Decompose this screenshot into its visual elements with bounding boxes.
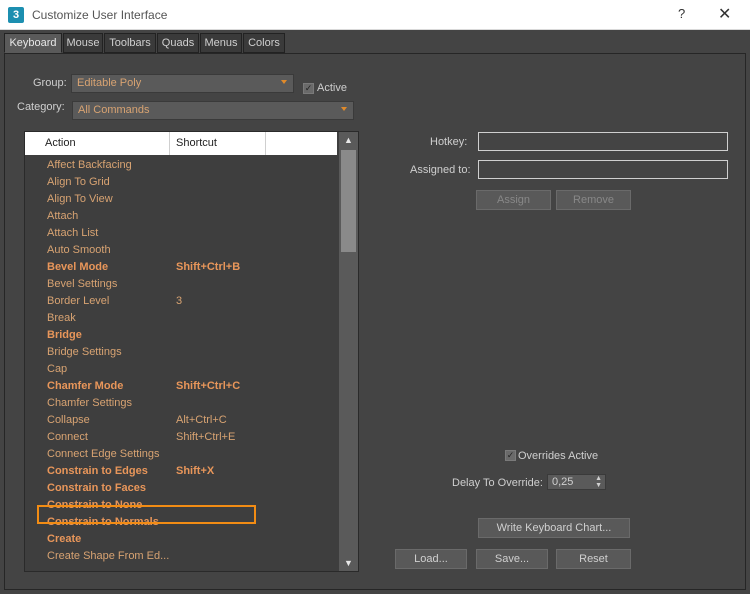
active-checkbox[interactable]: ✓ (303, 83, 314, 94)
delay-label: Delay To Override: (452, 477, 543, 489)
group-label: Group: (33, 77, 67, 89)
action-name: Create Shape From Ed... (47, 550, 170, 562)
action-rows: Affect Backfacing Align To Grid Align To V… (25, 157, 337, 565)
tab-keyboard[interactable]: Keyboard (4, 33, 62, 53)
help-button[interactable]: ? (678, 6, 685, 21)
list-item[interactable]: Bevel Settings (25, 276, 337, 293)
shortcut-value: Shift+Ctrl+B (176, 261, 241, 273)
action-name: Chamfer Mode (47, 380, 124, 392)
close-button[interactable]: ✕ (718, 4, 731, 24)
list-item[interactable]: Bevel Mode Shift+Ctrl+B (25, 259, 337, 276)
action-name: Attach (47, 210, 79, 222)
tab-colors[interactable]: Colors (243, 33, 285, 53)
active-label: Active (317, 82, 347, 94)
window-title: Customize User Interface (32, 8, 168, 22)
action-name: Connect Edge Settings (47, 448, 160, 460)
group-dropdown[interactable]: Editable Poly (71, 74, 294, 93)
chevron-down-icon (281, 80, 287, 84)
category-value: All Commands (78, 104, 150, 116)
assign-button[interactable]: Assign (476, 190, 551, 210)
scrollbar[interactable]: ▲ ▼ (339, 132, 358, 571)
list-item[interactable]: Create (25, 531, 337, 548)
action-name: Chamfer Settings (47, 397, 132, 409)
action-name: Cap (47, 363, 68, 375)
scroll-up-icon[interactable]: ▲ (339, 132, 358, 148)
list-item[interactable]: Collapse Alt+Ctrl+C (25, 412, 337, 429)
list-item[interactable]: Break (25, 310, 337, 327)
shortcut-value: Shift+Ctrl+E (176, 431, 236, 443)
list-item[interactable]: Chamfer Settings (25, 395, 337, 412)
remove-button[interactable]: Remove (556, 190, 631, 210)
keyboard-panel: Group: Editable Poly ✓ Active Category: … (4, 53, 746, 590)
list-item[interactable]: Create Shape From Ed... (25, 548, 337, 565)
overrides-active-label: Overrides Active (518, 450, 599, 462)
tab-toolbars[interactable]: Toolbars (104, 33, 156, 53)
list-item[interactable]: Affect Backfacing (25, 157, 337, 174)
list-item[interactable]: Connect Shift+Ctrl+E (25, 429, 337, 446)
list-item[interactable]: Constrain to Faces (25, 480, 337, 497)
list-item[interactable]: Align To Grid (25, 174, 337, 191)
action-name: Bridge (47, 329, 82, 341)
save-button[interactable]: Save... (476, 549, 548, 569)
list-item[interactable]: Connect Edge Settings (25, 446, 337, 463)
list-item[interactable]: Border Level 3 (25, 293, 337, 310)
group-value: Editable Poly (77, 77, 142, 89)
list-item[interactable]: Attach List (25, 225, 337, 242)
write-keyboard-chart-button[interactable]: Write Keyboard Chart... (478, 518, 630, 538)
list-item[interactable]: Attach (25, 208, 337, 225)
scroll-down-icon[interactable]: ▼ (339, 555, 358, 571)
overrides-active-checkbox[interactable]: ✓ (505, 450, 516, 461)
delay-value: 0,25 (552, 476, 574, 488)
action-name: Bridge Settings (47, 346, 122, 358)
shortcut-value: Shift+X (176, 465, 215, 477)
tab-menus[interactable]: Menus (200, 33, 242, 53)
load-button[interactable]: Load... (395, 549, 467, 569)
tab-quads[interactable]: Quads (157, 33, 199, 53)
action-name: Align To Grid (47, 176, 110, 188)
category-label: Category: (17, 101, 65, 113)
action-name: Create (47, 533, 82, 545)
list-header: Action Shortcut (25, 132, 337, 155)
action-name: Constrain to Edges (47, 465, 148, 477)
delay-spinner[interactable]: 0,25 ▲ ▼ (547, 474, 606, 490)
spinner-arrows-icon[interactable]: ▲ ▼ (595, 475, 602, 489)
action-name: Collapse (47, 414, 90, 426)
connect-highlight-box (37, 505, 256, 524)
shortcut-value: Shift+Ctrl+C (176, 380, 241, 392)
action-name: Align To View (47, 193, 113, 205)
hotkey-label: Hotkey: (430, 136, 468, 148)
action-name: Connect (47, 431, 88, 443)
shortcut-value: 3 (176, 295, 183, 307)
action-name: Border Level (47, 295, 110, 307)
chevron-down-icon (341, 107, 347, 111)
column-header-action[interactable]: Action (25, 132, 170, 155)
title-bar: 3 Customize User Interface ? ✕ (0, 0, 750, 30)
action-name: Bevel Mode (47, 261, 109, 273)
action-name: Break (47, 312, 76, 324)
list-item[interactable]: Auto Smooth (25, 242, 337, 259)
list-item[interactable]: Align To View (25, 191, 337, 208)
list-item[interactable]: Bridge Settings (25, 344, 337, 361)
app-icon: 3 (8, 7, 24, 23)
action-name: Auto Smooth (47, 244, 111, 256)
action-name: Affect Backfacing (47, 159, 132, 171)
scroll-thumb[interactable] (341, 150, 356, 252)
hotkey-field[interactable] (478, 132, 728, 151)
list-item[interactable]: Cap (25, 361, 337, 378)
category-dropdown[interactable]: All Commands (72, 101, 354, 120)
tab-mouse[interactable]: Mouse (63, 33, 103, 53)
list-item[interactable]: Chamfer Mode Shift+Ctrl+C (25, 378, 337, 395)
assigned-to-field[interactable] (478, 160, 728, 179)
list-item[interactable]: Bridge (25, 327, 337, 344)
action-name: Bevel Settings (47, 278, 118, 290)
column-header-shortcut[interactable]: Shortcut (170, 132, 266, 155)
reset-button[interactable]: Reset (556, 549, 631, 569)
action-name: Attach List (47, 227, 99, 239)
list-item[interactable]: Constrain to Edges Shift+X (25, 463, 337, 480)
shortcut-value: Alt+Ctrl+C (176, 414, 227, 426)
assigned-to-label: Assigned to: (410, 164, 471, 176)
action-list[interactable]: Action Shortcut Affect Backfacing Align T… (24, 131, 359, 572)
action-name: Constrain to Faces (47, 482, 147, 494)
